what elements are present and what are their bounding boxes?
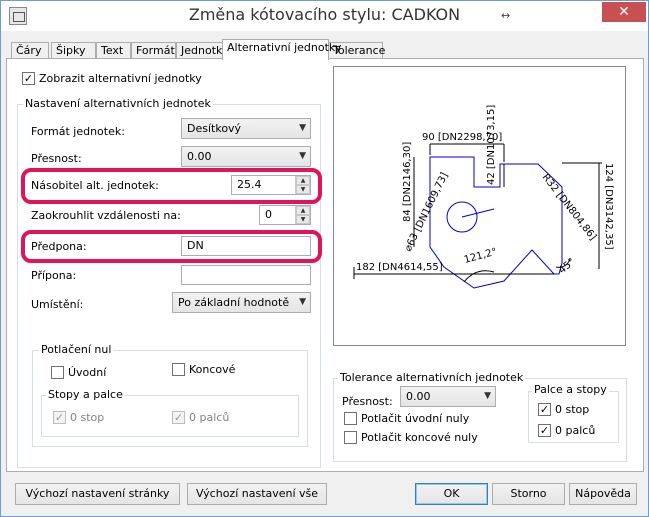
multiplier-spinner[interactable]: ▲ ▼ — [295, 176, 310, 194]
zero-inches-label: 0 palců — [189, 411, 230, 424]
feet-inches-label: Stopy a palce — [46, 388, 125, 401]
trailing-zero-checkbox[interactable] — [172, 363, 185, 376]
tolerance-group-label: Tolerance alternativních jednotek — [338, 371, 526, 384]
tab-text[interactable]: Text — [96, 42, 131, 59]
tolerance-feet-inches-label: Palce a stopy — [532, 383, 609, 396]
tolerance-zero-inches-label: 0 palců — [555, 424, 596, 437]
suppress-trailing-label: Potlačit koncové nuly — [361, 431, 478, 444]
leading-zero-label: Úvodní — [68, 366, 107, 379]
show-alt-units-checkbox[interactable]: ✓ — [22, 72, 35, 85]
title-bar[interactable]: Změna kótovacího stylu: CADKON ↔ ✕ — [1, 1, 648, 31]
spin-down-icon[interactable]: ▼ — [296, 185, 310, 194]
tab-units[interactable]: Jednotky — [176, 42, 229, 59]
tab-lines[interactable]: Čáry — [11, 42, 49, 59]
prefix-input[interactable]: DN — [181, 236, 311, 256]
dialog-window: Změna kótovacího stylu: CADKON ↔ ✕ Čáry … — [0, 0, 649, 517]
tab-arrows[interactable]: Šipky — [51, 42, 96, 59]
tab-alternate-units[interactable]: Alternativní jednotky — [222, 39, 341, 60]
spin-up-icon[interactable]: ▲ — [296, 176, 310, 185]
round-value: 0 — [265, 208, 272, 221]
multiplier-input[interactable]: 25.4 ▲ ▼ — [231, 175, 311, 195]
round-label: Zaokrouhlit vzdálenosti na: — [31, 209, 181, 222]
placement-label: Umístění: — [31, 298, 84, 311]
zero-feet-label: 0 stop — [70, 411, 105, 424]
trailing-zero-label: Koncové — [189, 363, 236, 376]
spin-up-icon[interactable]: ▲ — [296, 206, 310, 215]
help-button[interactable]: Nápověda — [569, 483, 637, 505]
dim-label-inner: 42 [DN1073,15] — [486, 105, 497, 185]
angle-label-2: 45° — [557, 256, 578, 276]
preview-labels: 90 [DN2298,70] 84 [DN2146,30] 42 [DN1073… — [356, 105, 614, 277]
angle-label-1: 121,2° — [463, 247, 498, 266]
precision-value: 0.00 — [187, 150, 212, 163]
tab-format[interactable]: Formát — [131, 42, 176, 59]
round-input[interactable]: 0 ▲ ▼ — [259, 205, 311, 225]
radius-line — [461, 208, 495, 218]
spin-down-icon[interactable]: ▼ — [296, 215, 310, 224]
format-select[interactable]: Desítkový ▼ — [181, 118, 311, 139]
window-title: Změna kótovacího stylu: CADKON — [188, 5, 461, 24]
tolerance-zero-feet-label: 0 stop — [555, 403, 590, 416]
tab-bar: Čáry Šipky Text Formát Jednotky Alternat… — [6, 39, 646, 60]
round-spinner[interactable]: ▲ ▼ — [295, 206, 310, 224]
suppress-leading-checkbox[interactable] — [344, 412, 357, 425]
suppress-trailing-checkbox[interactable] — [344, 431, 357, 444]
alt-settings-group-label: Nastavení alternativních jednotek — [23, 97, 213, 110]
suffix-label: Přípona: — [31, 269, 77, 282]
all-defaults-button[interactable]: Výchozí nastavení vše — [187, 483, 327, 505]
dimension-preview-drawing: 90 [DN2298,70] 84 [DN2146,30] 42 [DN1073… — [353, 105, 614, 289]
dim-label-left: 84 [DN2146,30] — [402, 142, 413, 222]
resize-arrows-icon: ↔ — [501, 9, 511, 22]
suppress-leading-label: Potlačit úvodní nuly — [361, 412, 470, 425]
format-value: Desítkový — [187, 122, 242, 135]
chevron-down-icon: ▼ — [484, 391, 491, 401]
show-alt-units-label: Zobrazit alternativní jednotky — [39, 72, 202, 85]
chevron-down-icon: ▼ — [299, 151, 306, 161]
page-defaults-button[interactable]: Výchozí nastavení stránky — [15, 483, 180, 505]
chevron-down-icon: ▼ — [299, 297, 306, 307]
prefix-label: Předpona: — [31, 240, 87, 253]
leading-zero-checkbox[interactable] — [51, 366, 64, 379]
dim-label-radius: R32 [DN804,86] — [540, 172, 598, 243]
zero-feet-checkbox[interactable]: ✓ — [53, 411, 66, 424]
zero-suppression-label: Potlačení nul — [39, 343, 114, 356]
close-button[interactable]: ✕ — [602, 2, 646, 22]
multiplier-label: Násobitel alt. jednotek: — [31, 179, 159, 192]
dim-label-right: 124 [DN3142,35] — [603, 163, 614, 250]
tolerance-zero-inches-checkbox[interactable]: ✓ — [538, 424, 551, 437]
tolerance-zero-feet-checkbox[interactable]: ✓ — [538, 403, 551, 416]
multiplier-value: 25.4 — [237, 178, 262, 191]
ok-button[interactable]: OK — [415, 483, 488, 505]
tolerance-precision-select[interactable]: 0.00 ▼ — [400, 386, 496, 407]
tolerance-precision-value: 0.00 — [406, 390, 431, 403]
angle-arc-1 — [463, 270, 495, 283]
tolerance-precision-label: Přesnost: — [342, 395, 393, 408]
placement-value: Po základní hodnotě — [178, 296, 290, 309]
placement-select[interactable]: Po základní hodnotě ▼ — [172, 292, 311, 313]
cancel-button[interactable]: Storno — [492, 483, 565, 505]
suffix-input[interactable] — [181, 265, 311, 285]
chevron-down-icon: ▼ — [299, 123, 306, 133]
precision-select[interactable]: 0.00 ▼ — [181, 146, 311, 167]
precision-label: Přesnost: — [31, 152, 82, 165]
format-label: Formát jednotek: — [31, 125, 125, 138]
dim-label-bottom: 182 [DN4614,55] — [356, 262, 443, 273]
zero-inches-checkbox[interactable]: ✓ — [172, 411, 185, 424]
preview-pane: 90 [DN2298,70] 84 [DN2146,30] 42 [DN1073… — [333, 66, 626, 346]
